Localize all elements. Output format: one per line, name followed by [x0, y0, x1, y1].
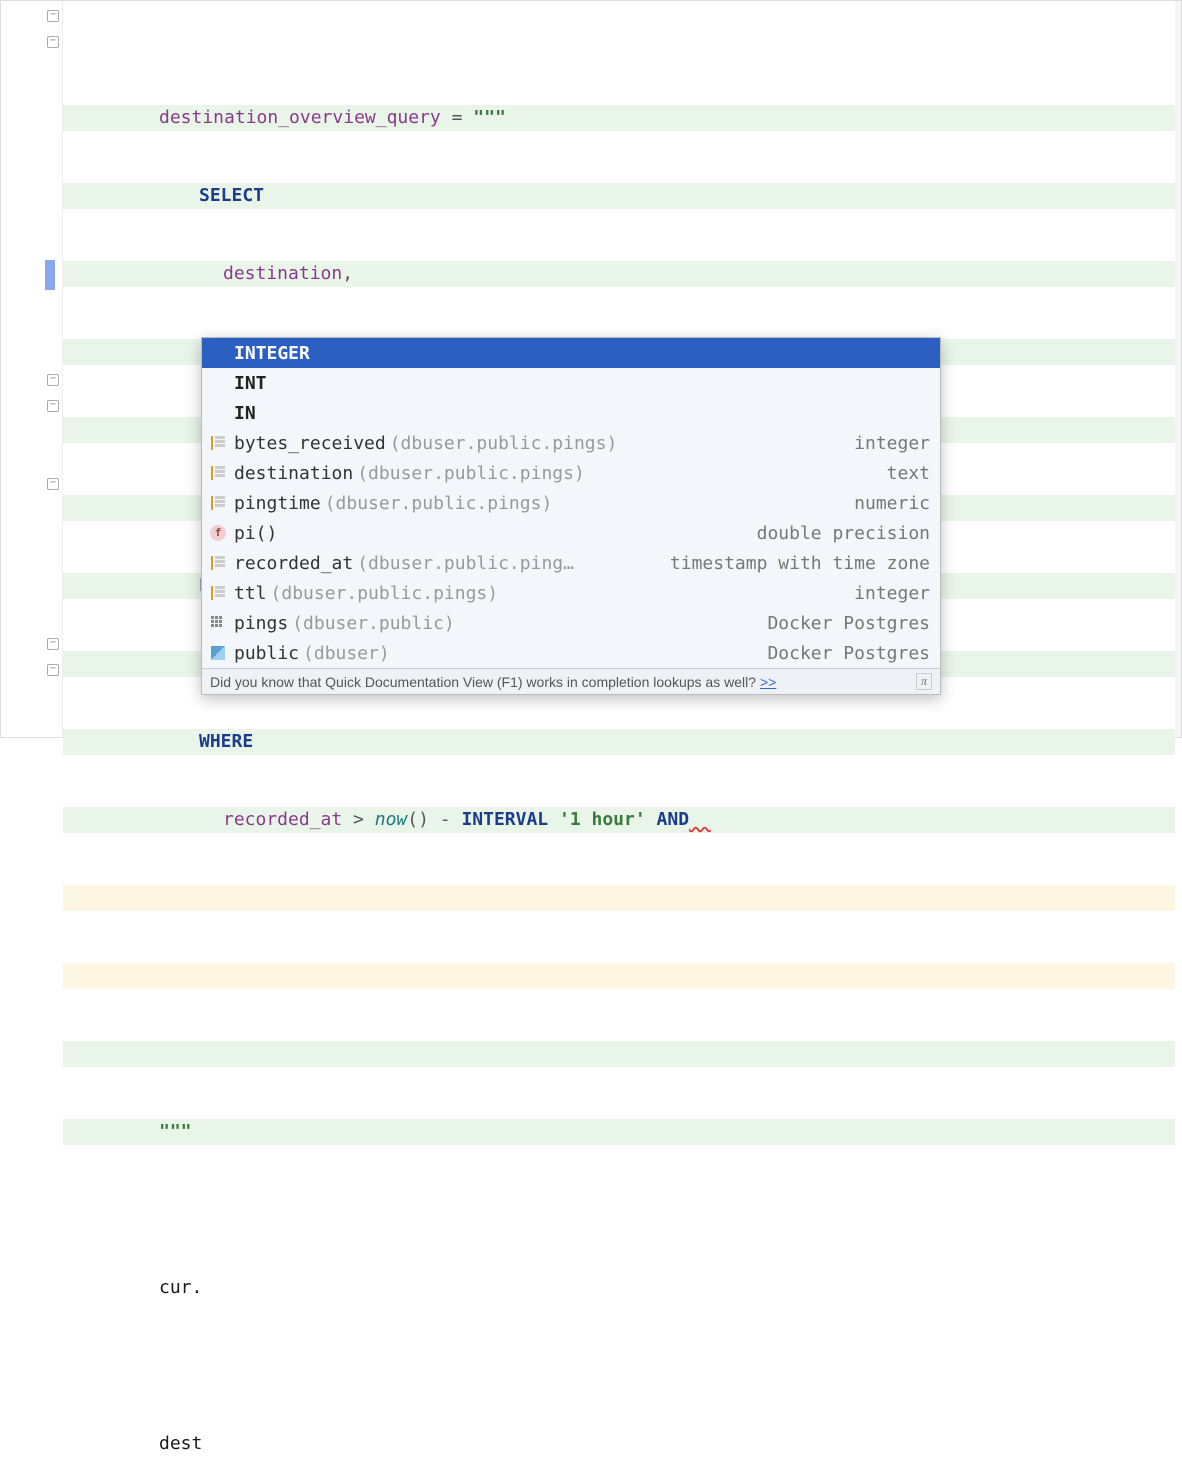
fold-marker[interactable]: [47, 10, 59, 22]
table-icon: [208, 613, 228, 633]
fold-marker[interactable]: [47, 374, 59, 386]
code-line-current: [63, 963, 1175, 989]
column-icon: [208, 463, 228, 483]
completion-item[interactable]: pingtime (dbuser.public.pings) numeric: [202, 488, 940, 518]
code-line: [63, 1197, 1175, 1223]
function-icon: f: [208, 523, 228, 543]
code-line-current: [63, 885, 1175, 911]
fold-marker[interactable]: [47, 638, 59, 650]
code-line: [63, 1041, 1175, 1067]
completion-item[interactable]: destination (dbuser.public.pings) text: [202, 458, 940, 488]
column-icon: [208, 553, 228, 573]
completion-item[interactable]: public (dbuser) Docker Postgres: [202, 638, 940, 668]
fold-marker[interactable]: [47, 664, 59, 676]
column-icon: [208, 433, 228, 453]
code-line: [63, 1353, 1175, 1379]
code-line: recorded_at > now() - INTERVAL '1 hour' …: [63, 807, 1175, 833]
column-icon: [208, 493, 228, 513]
code-line: destination,: [63, 261, 1175, 287]
column-icon: [208, 583, 228, 603]
completion-item[interactable]: f pi() double precision: [202, 518, 940, 548]
code-line: dest: [63, 1431, 1175, 1457]
blank-icon: [208, 403, 228, 423]
schema-icon: [208, 643, 228, 663]
editor-gutter: [1, 1, 63, 737]
code-line: SELECT: [63, 183, 1175, 209]
completion-item[interactable]: INT: [202, 368, 940, 398]
completion-item[interactable]: INTEGER: [202, 338, 940, 368]
completion-item[interactable]: bytes_received (dbuser.public.pings) int…: [202, 428, 940, 458]
code-line: WHERE: [63, 729, 1175, 755]
blank-icon: [208, 343, 228, 363]
completion-item[interactable]: recorded_at (dbuser.public.ping… timesta…: [202, 548, 940, 578]
completion-footer: Did you know that Quick Documentation Vi…: [202, 668, 940, 694]
code-line: cur.: [63, 1275, 1175, 1301]
footer-link[interactable]: >>: [760, 674, 776, 690]
fold-marker[interactable]: [47, 36, 59, 48]
footer-tip: Did you know that Quick Documentation Vi…: [210, 674, 756, 690]
change-marker: [45, 260, 55, 290]
completion-item[interactable]: pings (dbuser.public) Docker Postgres: [202, 608, 940, 638]
code-line: destination_overview_query = """: [63, 105, 1175, 131]
scrollbar[interactable]: [1175, 1, 1181, 737]
autocomplete-popup[interactable]: INTEGER INT IN bytes_received (dbuser.pu…: [201, 337, 941, 695]
completion-item[interactable]: ttl (dbuser.public.pings) integer: [202, 578, 940, 608]
blank-icon: [208, 373, 228, 393]
completion-item[interactable]: IN: [202, 398, 940, 428]
pi-icon[interactable]: π: [916, 673, 932, 690]
code-line: """: [63, 1119, 1175, 1145]
fold-marker[interactable]: [47, 478, 59, 490]
fold-marker[interactable]: [47, 400, 59, 412]
